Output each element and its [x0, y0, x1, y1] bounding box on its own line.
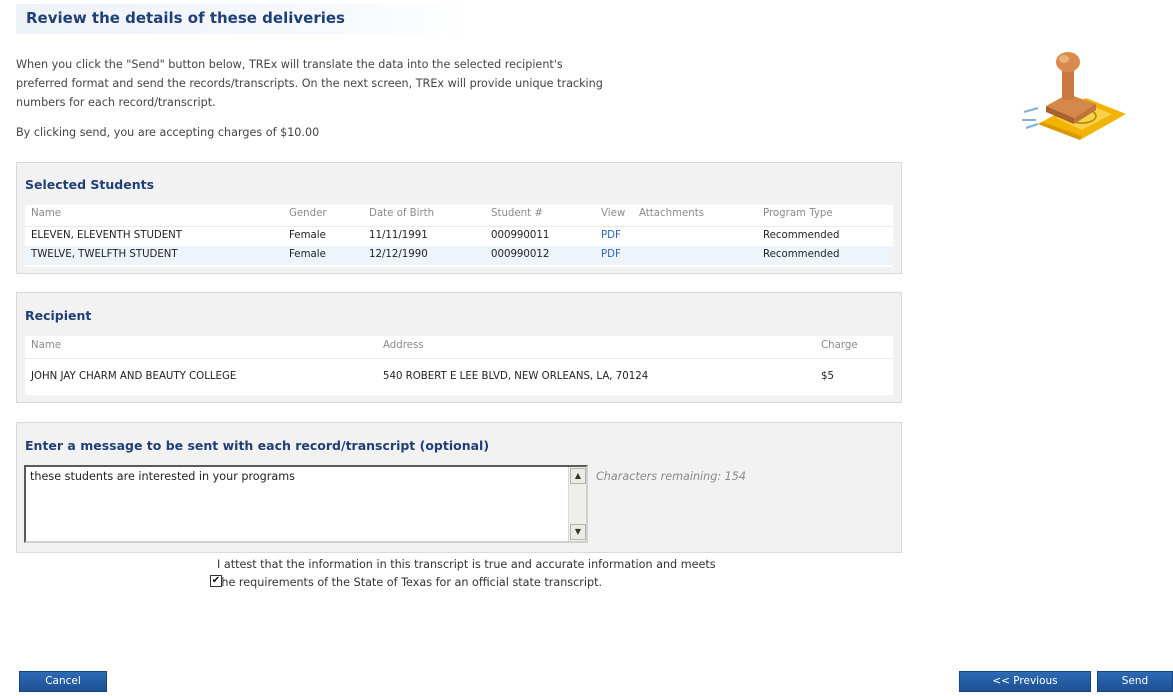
recipient-address: 540 ROBERT E LEE BLVD, NEW ORLEANS, LA, …	[383, 371, 649, 382]
col-address: Address	[383, 340, 424, 351]
student-gender: Female	[289, 230, 326, 241]
checkmark-icon: ✔	[211, 575, 221, 586]
col-student-no: Student #	[491, 208, 543, 219]
recipient-table: Name Address Charge JOHN JAY CHARM AND B…	[25, 336, 893, 395]
page-title: Review the details of these deliveries	[26, 9, 345, 27]
student-name: TWELVE, TWELFTH STUDENT	[31, 249, 178, 260]
student-number: 000990012	[491, 249, 550, 260]
student-program: Recommended	[763, 230, 840, 241]
recipient-title: Recipient	[25, 308, 92, 323]
charges-notice: By clicking send, you are accepting char…	[16, 126, 320, 139]
intro-line-3: numbers for each record/transcript.	[16, 96, 216, 109]
col-dob: Date of Birth	[369, 208, 435, 219]
attestation-line-2: the requirements of the State of Texas f…	[217, 576, 603, 589]
col-charge: Charge	[821, 340, 858, 351]
view-pdf-link[interactable]: PDF	[601, 249, 621, 260]
selected-students-panel: Selected Students Name Gender Date of Bi…	[16, 162, 902, 274]
col-view: View	[601, 208, 626, 219]
col-program-type: Program Type	[763, 208, 833, 219]
intro-line-2: preferred format and send the records/tr…	[16, 77, 603, 90]
table-row: ELEVEN, ELEVENTH STUDENT Female 11/11/19…	[25, 226, 893, 245]
scroll-up-icon[interactable]: ▲	[570, 468, 586, 484]
table-row: TWELVE, TWELFTH STUDENT Female 12/12/199…	[25, 246, 893, 265]
student-dob: 12/12/1990	[369, 249, 428, 260]
characters-remaining: Characters remaining: 154	[596, 470, 747, 483]
intro-text: When you click the "Send" button below, …	[16, 55, 706, 112]
student-name: ELEVEN, ELEVENTH STUDENT	[31, 230, 183, 241]
student-number: 000990011	[491, 230, 550, 241]
col-name: Name	[31, 208, 62, 219]
col-recipient-name: Name	[31, 340, 62, 351]
col-attachments: Attachments	[639, 208, 705, 219]
message-title: Enter a message to be sent with each rec…	[25, 438, 490, 453]
attestation-line-1: I attest that the information in this tr…	[217, 558, 716, 571]
student-gender: Female	[289, 249, 326, 260]
message-scrollbar[interactable]: ▲ ▼	[568, 467, 586, 541]
intro-line-1: When you click the "Send" button below, …	[16, 58, 563, 71]
message-input[interactable]: these students are interested in your pr…	[24, 465, 588, 543]
attestation-text: I attest that the information in this tr…	[217, 556, 817, 592]
scroll-down-icon[interactable]: ▼	[570, 524, 586, 540]
table-row: JOHN JAY CHARM AND BEAUTY COLLEGE 540 RO…	[25, 358, 893, 394]
recipient-charge: $5	[821, 371, 834, 382]
send-button[interactable]: Send	[1097, 671, 1173, 692]
student-dob: 11/11/1991	[369, 230, 428, 241]
selected-students-title: Selected Students	[25, 177, 155, 192]
col-gender: Gender	[289, 208, 327, 219]
previous-button[interactable]: << Previous	[959, 671, 1091, 692]
students-table-header: Name Gender Date of Birth Student # View…	[25, 205, 893, 224]
cancel-button[interactable]: Cancel	[19, 671, 107, 692]
students-table: Name Gender Date of Birth Student # View…	[25, 205, 893, 267]
attestation-checkbox[interactable]: ✔	[210, 575, 222, 587]
stamp-illustration-icon	[1022, 52, 1126, 140]
student-program: Recommended	[763, 249, 840, 260]
view-pdf-link[interactable]: PDF	[601, 230, 621, 241]
recipient-panel: Recipient Name Address Charge JOHN JAY C…	[16, 292, 902, 403]
recipient-name: JOHN JAY CHARM AND BEAUTY COLLEGE	[31, 371, 237, 382]
